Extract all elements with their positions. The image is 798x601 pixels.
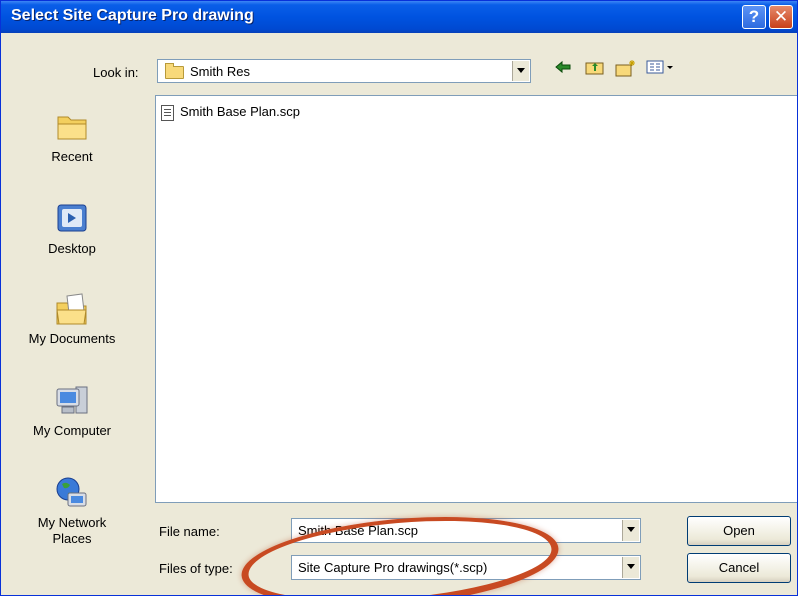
- cancel-button[interactable]: Cancel: [687, 553, 791, 583]
- document-icon: [161, 105, 174, 121]
- place-label: Desktop: [48, 241, 96, 256]
- place-label: My Computer: [32, 423, 112, 438]
- desktop-icon: [54, 201, 90, 237]
- my-documents-icon: [54, 291, 90, 327]
- look-in-value: Smith Res: [190, 64, 250, 79]
- file-name: Smith Base Plan.scp: [180, 104, 300, 119]
- place-label: Recent: [51, 149, 93, 164]
- look-in-dropdown[interactable]: Smith Res: [157, 59, 531, 83]
- place-label: My Network Places: [37, 515, 107, 546]
- places-bar: Recent Desktop My Documents My Computer …: [1, 95, 143, 591]
- back-icon[interactable]: [551, 59, 575, 81]
- file-type-dropdown-arrow[interactable]: [622, 557, 639, 578]
- place-desktop[interactable]: Desktop: [1, 201, 143, 257]
- close-button[interactable]: ✕: [769, 5, 793, 29]
- file-list[interactable]: Smith Base Plan.scp: [155, 95, 797, 503]
- recent-folder-icon: [54, 109, 90, 145]
- network-places-icon: [54, 475, 90, 511]
- place-network[interactable]: My Network Places: [1, 475, 143, 547]
- look-in-dropdown-arrow[interactable]: [512, 61, 529, 81]
- help-button[interactable]: ?: [742, 5, 766, 29]
- up-folder-icon[interactable]: [583, 59, 607, 81]
- look-in-label: Look in:: [93, 65, 139, 80]
- file-name-label: File name:: [159, 524, 220, 539]
- view-menu-icon[interactable]: [644, 59, 678, 81]
- file-name-dropdown-arrow[interactable]: [622, 520, 639, 541]
- folder-icon: [165, 63, 184, 79]
- new-folder-icon[interactable]: [614, 59, 638, 81]
- place-my-documents[interactable]: My Documents: [1, 291, 143, 347]
- title-bar[interactable]: Select Site Capture Pro drawing ? ✕: [1, 1, 797, 33]
- file-type-label: Files of type:: [159, 561, 233, 576]
- my-computer-icon: [54, 383, 90, 419]
- open-button[interactable]: Open: [687, 516, 791, 546]
- place-my-computer[interactable]: My Computer: [1, 383, 143, 439]
- dialog-title: Select Site Capture Pro drawing: [11, 7, 254, 24]
- place-label: My Documents: [28, 331, 116, 346]
- open-file-dialog: Select Site Capture Pro drawing ? ✕ Look…: [0, 0, 798, 596]
- place-recent[interactable]: Recent: [1, 109, 143, 165]
